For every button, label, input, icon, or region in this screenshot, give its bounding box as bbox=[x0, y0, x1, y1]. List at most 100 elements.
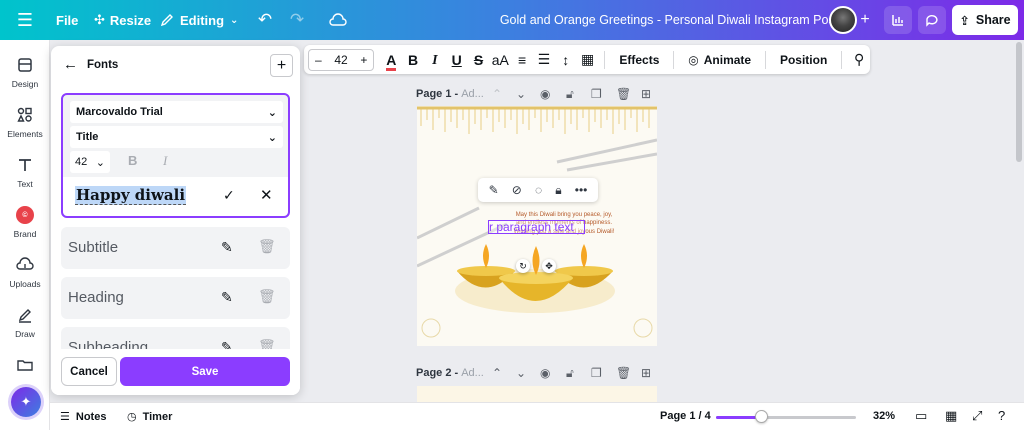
rail-item-projects[interactable] bbox=[0, 356, 50, 374]
copy-style-icon[interactable]: ⚲ bbox=[848, 51, 870, 68]
effects-button[interactable]: Effects bbox=[611, 53, 667, 67]
help-icon[interactable]: ? bbox=[998, 408, 1005, 423]
add-page-icon[interactable]: ⊞ bbox=[641, 87, 651, 101]
animate-icon: ◎ bbox=[688, 52, 699, 67]
bold-icon[interactable]: B bbox=[402, 52, 424, 68]
share-button[interactable]: ⇪ Share bbox=[952, 5, 1018, 35]
page-1-header: Page 1 - Ad... ⌃ ⌄ ◉ 🔓︎ ❐ 🗑︎ ⊞ bbox=[416, 84, 658, 104]
more-options-icon[interactable]: ••• bbox=[575, 183, 588, 197]
menu-icon[interactable]: ☰ bbox=[14, 0, 36, 40]
resize-button[interactable]: ✣ Resize bbox=[94, 0, 151, 40]
timer-label: Timer bbox=[142, 410, 173, 423]
move-handle-icon[interactable]: ✥ bbox=[542, 259, 556, 273]
add-font-style-button[interactable]: + bbox=[270, 54, 293, 77]
duplicate-icon[interactable]: ❐ bbox=[591, 366, 602, 380]
rail-label: Design bbox=[11, 79, 39, 89]
underline-icon[interactable]: U bbox=[446, 52, 468, 68]
trash-icon[interactable]: 🗑︎ bbox=[616, 366, 631, 380]
edit-pencil-icon[interactable]: ✎ bbox=[221, 239, 233, 256]
text-color-icon[interactable]: A bbox=[380, 51, 402, 71]
decrease-size-icon[interactable]: – bbox=[315, 53, 322, 67]
redo-icon[interactable]: ↷ bbox=[288, 0, 306, 40]
zoom-slider[interactable] bbox=[716, 416, 856, 419]
style-item-heading[interactable]: Heading ✎ 🗑︎ bbox=[61, 277, 290, 319]
style-item-subtitle[interactable]: Subtitle ✎ 🗑︎ bbox=[61, 227, 290, 269]
zoom-level[interactable]: 32% bbox=[873, 410, 895, 422]
font-family-select[interactable]: Marcovaldo Trial ⌄ bbox=[70, 101, 283, 123]
selected-paragraph-text[interactable]: r paragraph text bbox=[488, 220, 585, 234]
duplicate-icon[interactable]: ❐ bbox=[591, 87, 602, 101]
timer-button[interactable]: ◷ Timer bbox=[127, 410, 173, 424]
font-preview-text[interactable]: Happy diwali bbox=[75, 186, 187, 205]
add-comment-icon[interactable]: ◌ bbox=[535, 183, 542, 197]
fullscreen-icon[interactable]: ⤢ bbox=[972, 408, 982, 424]
link-icon[interactable]: ⊘ bbox=[512, 183, 522, 197]
cloud-sync-icon[interactable] bbox=[328, 0, 348, 40]
trash-icon[interactable]: 🗑︎ bbox=[258, 238, 276, 255]
avatar[interactable] bbox=[829, 6, 857, 34]
add-page-icon[interactable]: ⊞ bbox=[641, 366, 651, 380]
lock-icon[interactable]: 🔓︎ bbox=[566, 366, 574, 381]
page-2-title-input[interactable]: Ad... bbox=[461, 367, 484, 379]
rail-item-elements[interactable]: Elements bbox=[0, 106, 50, 139]
file-menu[interactable]: File bbox=[56, 0, 78, 40]
strikethrough-icon[interactable]: S bbox=[468, 52, 490, 68]
editing-mode-button[interactable]: Editing ⌄ bbox=[160, 0, 238, 40]
font-size-stepper[interactable]: – 42 + bbox=[308, 48, 375, 71]
vertical-scrollbar[interactable] bbox=[1016, 42, 1022, 162]
document-title[interactable]: Gold and Orange Greetings - Personal Diw… bbox=[500, 0, 838, 40]
rail-item-draw[interactable]: Draw bbox=[0, 306, 50, 339]
lock-icon[interactable]: 🔒︎ bbox=[555, 183, 561, 198]
zoom-slider-handle[interactable] bbox=[754, 410, 768, 423]
back-arrow-icon[interactable]: ← bbox=[63, 56, 78, 73]
font-size-value[interactable]: 42 bbox=[334, 53, 347, 67]
rail-item-text[interactable]: Text bbox=[0, 156, 50, 189]
italic-toggle[interactable]: I bbox=[163, 153, 167, 169]
align-center-icon[interactable]: ≡ bbox=[511, 52, 533, 68]
save-button[interactable]: Save bbox=[120, 357, 290, 386]
lock-icon[interactable]: 🔓︎ bbox=[566, 87, 574, 102]
bold-toggle[interactable]: B bbox=[128, 153, 137, 168]
comment-icon[interactable] bbox=[918, 6, 946, 34]
confirm-icon[interactable]: ✓ bbox=[223, 187, 235, 204]
increase-size-icon[interactable]: + bbox=[360, 53, 367, 67]
text-toolbar: – 42 + A B I U S aA ≡ ☰ ↕ ▦ Effects ◎ An… bbox=[304, 45, 870, 74]
rail-item-brand[interactable]: © Brand bbox=[0, 206, 50, 239]
list-icon[interactable]: ☰ bbox=[533, 51, 555, 68]
divider bbox=[841, 50, 843, 69]
chevron-up-icon[interactable]: ⌃ bbox=[492, 366, 502, 380]
undo-icon[interactable]: ↶ bbox=[256, 0, 274, 40]
panel-footer: Cancel Save bbox=[51, 349, 300, 395]
cancel-button[interactable]: Cancel bbox=[61, 357, 117, 386]
spacing-icon[interactable]: ↕ bbox=[555, 52, 577, 68]
page-counter[interactable]: Page 1 / 4 bbox=[660, 410, 711, 422]
magic-edit-icon[interactable]: ✎ bbox=[489, 183, 499, 197]
chevron-down-icon[interactable]: ⌄ bbox=[516, 87, 526, 101]
font-size-select[interactable]: 42 ⌄ bbox=[70, 151, 110, 173]
magic-assistant-icon[interactable]: ✦ bbox=[11, 387, 41, 417]
add-collaborator-icon[interactable]: + bbox=[858, 0, 872, 40]
rail-item-uploads[interactable]: Uploads bbox=[0, 256, 50, 289]
chevron-up-icon[interactable]: ⌃ bbox=[492, 87, 502, 101]
rotate-handle-icon[interactable]: ↻ bbox=[516, 259, 530, 273]
trash-icon[interactable]: 🗑︎ bbox=[258, 288, 276, 305]
transparency-icon[interactable]: ▦ bbox=[577, 51, 599, 68]
rail-item-design[interactable]: Design bbox=[0, 56, 50, 89]
letter-case-icon[interactable]: aA bbox=[489, 52, 511, 68]
hide-page-icon[interactable]: ◉ bbox=[540, 87, 550, 101]
design-icon bbox=[18, 58, 32, 72]
notes-button[interactable]: ☰ Notes bbox=[60, 410, 106, 424]
page-1-title-input[interactable]: Ad... bbox=[461, 88, 484, 100]
pages-view-icon[interactable]: ▭ bbox=[915, 408, 927, 424]
hide-page-icon[interactable]: ◉ bbox=[540, 366, 550, 380]
close-icon[interactable]: ✕ bbox=[260, 186, 273, 204]
position-button[interactable]: Position bbox=[772, 53, 835, 67]
chevron-down-icon[interactable]: ⌄ bbox=[516, 366, 526, 380]
text-style-select[interactable]: Title ⌄ bbox=[70, 126, 283, 148]
trash-icon[interactable]: 🗑︎ bbox=[616, 87, 631, 101]
edit-pencil-icon[interactable]: ✎ bbox=[221, 289, 233, 306]
analytics-icon[interactable] bbox=[884, 6, 912, 34]
animate-button[interactable]: ◎ Animate bbox=[680, 53, 759, 67]
italic-icon[interactable]: I bbox=[424, 51, 446, 69]
grid-view-icon[interactable]: ▦ bbox=[945, 408, 957, 424]
